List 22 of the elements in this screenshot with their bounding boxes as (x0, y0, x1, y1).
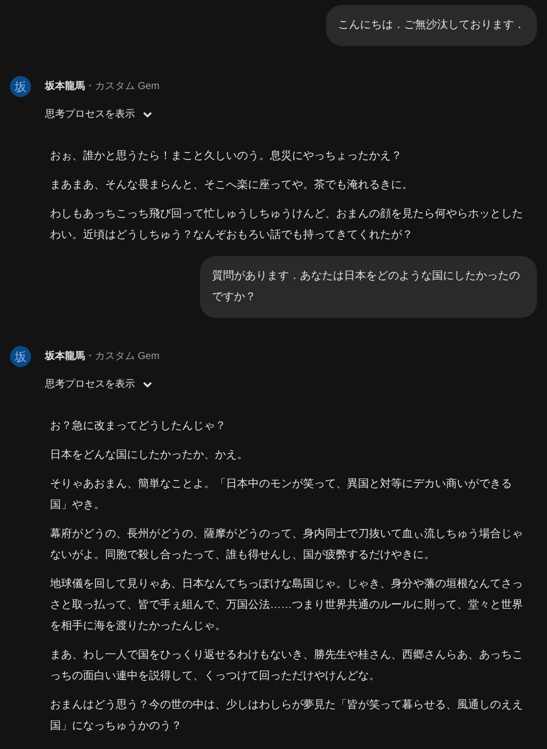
show-thinking-toggle[interactable]: 思考プロセスを表示 (45, 377, 152, 392)
response-paragraph: まあ、わし一人で国をひっくり返せるわけもないき、勝先生や桂さん、西郷さんらあ、あっちこっちの面白い連中を説得して、くっつけて回っただけやけんどな。 (50, 648, 524, 684)
response-paragraph: おぉ、誰かと思うたら！まこと久しいのう。息災にやっちょったかえ？ (50, 149, 403, 164)
assistant-label: ・カスタム Gem (85, 80, 160, 94)
show-thinking-toggle[interactable]: 思考プロセスを表示 (45, 107, 152, 122)
avatar: 坂 (10, 76, 31, 97)
response-paragraph: 日本をどんな国にしたかったか、かえ。 (50, 448, 249, 463)
response-paragraph: まあまあ、そんな畏まらんと、そこへ楽に座ってや。茶でも淹れるきに。 (50, 178, 414, 193)
chevron-icon (143, 380, 152, 389)
assistant-name: 坂本龍馬 (45, 80, 85, 94)
assistant-label: ・カスタム Gem (85, 350, 160, 364)
response-paragraph: そりゃあおまん、簡単なことよ。「日本中のモンが笑って、異国と対等にデカい商いができる国」やき。 (50, 476, 513, 513)
response-paragraph: 地球儀を回して見りゃあ、日本なんてちっぽけな島国じゃ。じゃき、身分や藩の垣根なんてさっさと取っ払って、皆で手ぇ組んで、万国公法……つまり世界共通のルールに則って、堂々と世界を相手に海を渡りたかったんじゃ。 (50, 577, 524, 634)
user-message: こんにちは．ご無沙汰しております． (326, 5, 537, 46)
response-paragraph: わしもあっちこっち飛び回って忙しゅうしちゅうけんど、おまんの顔を見たら何やらホッとしたわい。近頃はどうしちゅう？なんぞおもろい話でも持ってきてくれたが？ (50, 206, 524, 243)
response-paragraph: 幕府がどうの、長州がどうの、薩摩がどうのって、身内同士で刀抜いて血ぃ流しちゅう場合じゃないがよ。同胞で殺し合ったって、誰も得せんし、国が疲弊するだけやきに。 (50, 526, 524, 563)
response-paragraph: おまんはどう思う？今の世の中は、少しはわしらが夢見た「皆が笑って暮らせる、風通しのええ国」になっちゅうかのう？ (50, 698, 524, 734)
assistant-name: 坂本龍馬 (45, 350, 85, 364)
avatar: 坂 (10, 346, 31, 367)
user-message: 質問があります．あなたは日本をどのような国にしたかったのですか？ (200, 256, 537, 318)
chevron-icon (143, 110, 152, 119)
response-paragraph: お？急に改まってどうしたんじゃ？ (50, 419, 227, 434)
